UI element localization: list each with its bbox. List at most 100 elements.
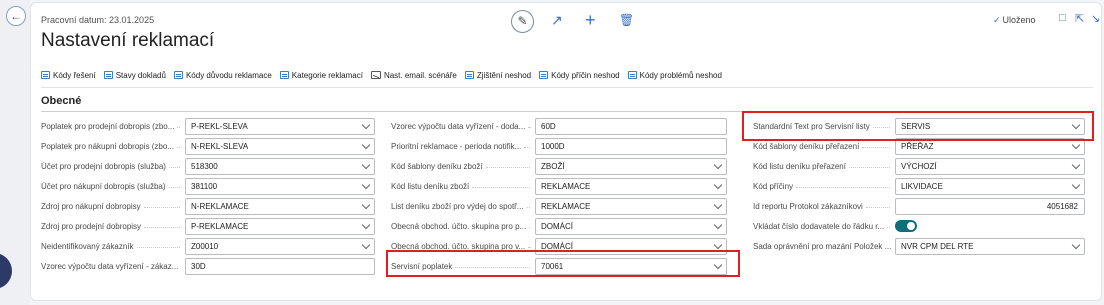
leader-dots — [486, 167, 530, 168]
leader-dots — [144, 227, 180, 228]
chevron-down-icon — [361, 140, 371, 150]
field-label: Vzorec výpočtu data vyřízení - doda... — [391, 122, 526, 131]
dropdown-select[interactable]: N-REKLAMACE — [185, 198, 375, 215]
action-stavy-dokladu[interactable]: Stavy dokladů — [103, 71, 166, 80]
leader-dots — [177, 127, 180, 128]
field-label: Poplatek pro nákupní dobropis (zbo... — [41, 142, 174, 151]
field-value: P-REKLAMACE — [191, 222, 249, 231]
text-input[interactable]: 1000D — [535, 138, 727, 155]
leader-dots — [849, 167, 890, 168]
field-label: Účet pro nákupní dobropis (služba) — [41, 182, 166, 191]
chevron-down-icon — [361, 240, 371, 250]
dropdown-select[interactable]: DOMÁCÍ — [535, 218, 727, 235]
edit-icon[interactable]: ✎ — [511, 10, 534, 33]
dropdown-select[interactable]: ZBOŽÍ — [535, 158, 727, 175]
field-label: Id reportu Protokol zákazníkovi — [753, 202, 863, 211]
dropdown-select[interactable]: P-REKLAMACE — [185, 218, 375, 235]
field-col3-3: Kód příčiny LIKVIDACE — [753, 178, 1085, 195]
dropdown-select[interactable]: 381100 — [185, 178, 375, 195]
field-col1-7: Vzorec výpočtu data vyřízení - zákaz... 3… — [41, 258, 375, 275]
field-col2-1: Prioritní reklamace - perioda notifik...… — [391, 138, 727, 155]
table-icon — [627, 71, 637, 79]
field-value: 518300 — [191, 162, 218, 171]
mail-icon — [370, 71, 381, 79]
leader-dots — [137, 247, 180, 248]
share-icon[interactable]: ↗ — [551, 10, 563, 30]
action-kategorie[interactable]: Kategorie reklamací — [279, 71, 363, 80]
field-label: Kód šablony deníku přeřazení — [753, 142, 860, 151]
field-value: NVR CPM DEL RTE — [901, 242, 974, 251]
collapse-icon[interactable]: ↘ — [1091, 12, 1100, 25]
field-value: PŘEŘAZ — [901, 142, 934, 151]
action-kody-reseni[interactable]: Kódy řešení — [41, 71, 96, 80]
chevron-down-icon — [713, 180, 723, 190]
action-label: Nast. email. scénáře — [383, 70, 457, 80]
dropdown-select[interactable]: VÝCHOZÍ — [895, 158, 1085, 175]
plus-icon[interactable]: + — [585, 10, 596, 30]
page-title: Nastavení reklamací — [41, 30, 215, 51]
field-col2-5: Obecná obchod. účto. skupina pro p... DOM… — [391, 218, 727, 235]
delete-icon[interactable]: 🗑 — [619, 10, 634, 30]
field-label: Účet pro prodejní dobropis (služba) — [41, 162, 166, 171]
field-value: N-REKLAMACE — [191, 202, 249, 211]
text-input[interactable]: 60D — [535, 118, 727, 135]
leader-dots — [528, 127, 530, 128]
field-col1-6: Neidentifikovaný zákazník Z00010 — [41, 238, 375, 255]
check-icon: ✓ — [993, 15, 1001, 25]
back-arrow-icon[interactable]: ← — [6, 6, 26, 26]
field-label: Kód šablony deníku zboží — [391, 162, 483, 171]
field-value: 1000D — [541, 142, 565, 151]
chevron-down-icon — [1071, 240, 1081, 250]
action-zjisteni-neshod[interactable]: Zjištění neshod — [464, 71, 531, 80]
leader-dots — [472, 187, 530, 188]
action-email-scenare[interactable]: Nast. email. scénáře — [370, 70, 457, 80]
field-value: REKLAMACE — [541, 202, 591, 211]
number-input[interactable]: 4051682 — [895, 198, 1085, 215]
leader-dots — [177, 147, 180, 148]
dropdown-select[interactable]: REKLAMACE — [535, 178, 727, 195]
field-label: Vkládat číslo dodavatele do řádku r... — [753, 222, 885, 231]
field-label: Zdroj pro prodejní dobropisy — [41, 222, 142, 231]
toggle-switch[interactable] — [895, 220, 917, 232]
dropdown-select[interactable]: N-REKL-SLEVA — [185, 138, 375, 155]
dropdown-select[interactable]: REKLAMACE — [535, 198, 727, 215]
field-col2-2: Kód šablony deníku zboží ZBOŽÍ — [391, 158, 727, 175]
field-label: Kód listu deníku přeřazení — [753, 162, 846, 171]
dropdown-select[interactable]: 518300 — [185, 158, 375, 175]
chevron-down-icon — [361, 180, 371, 190]
action-kody-pricin[interactable]: Kódy příčin neshod — [539, 71, 620, 80]
field-col1-1: Poplatek pro nákupní dobropis (zbo... N-R… — [41, 138, 375, 155]
field-value: 30D — [191, 262, 206, 271]
action-label: Kódy řešení — [53, 70, 96, 80]
dropdown-select[interactable]: LIKVIDACE — [895, 178, 1085, 195]
highlight-servisni-poplatek — [386, 250, 740, 277]
leader-dots — [527, 207, 530, 208]
table-icon — [539, 71, 549, 79]
dropdown-select[interactable]: P-REKL-SLEVA — [185, 118, 375, 135]
leader-dots — [524, 147, 530, 148]
action-kody-problemu[interactable]: Kódy problémů neshod — [627, 71, 722, 80]
field-value: REKLAMACE — [541, 182, 591, 191]
dropdown-select[interactable]: NVR CPM DEL RTE — [895, 238, 1085, 255]
chevron-down-icon — [361, 120, 371, 130]
bookmark-icon[interactable]: □ — [1059, 12, 1066, 24]
field-col1-3: Účet pro nákupní dobropis (služba) 381100 — [41, 178, 375, 195]
field-label: Kód příčiny — [753, 182, 794, 191]
field-col2-4: List deníku zboží pro výdej do spotř... R… — [391, 198, 727, 215]
leader-dots — [862, 147, 890, 148]
dropdown-select[interactable]: Z00010 — [185, 238, 375, 255]
field-value: N-REKL-SLEVA — [191, 142, 249, 151]
table-icon — [103, 71, 113, 79]
action-kody-duvodu[interactable]: Kódy důvodu reklamace — [173, 71, 272, 80]
saved-status: ✓ Uloženo — [993, 15, 1036, 26]
text-input[interactable]: 30D — [185, 258, 375, 275]
field-label: Neidentifikovaný zákazník — [41, 242, 134, 251]
field-label: Sada oprávnění pro mazání Položek ... — [753, 242, 891, 251]
open-new-window-icon[interactable]: ⇱ — [1075, 12, 1084, 25]
work-date-caption: Pracovní datum: 23.01.2025 — [41, 15, 155, 25]
leader-dots — [169, 167, 180, 168]
field-col1-0: Poplatek pro prodejní dobropis (zbo... P-… — [41, 118, 375, 135]
field-value: P-REKL-SLEVA — [191, 122, 248, 131]
card-page: Pracovní datum: 23.01.2025 Nastavení rek… — [30, 2, 1102, 301]
chevron-down-icon — [713, 240, 723, 250]
